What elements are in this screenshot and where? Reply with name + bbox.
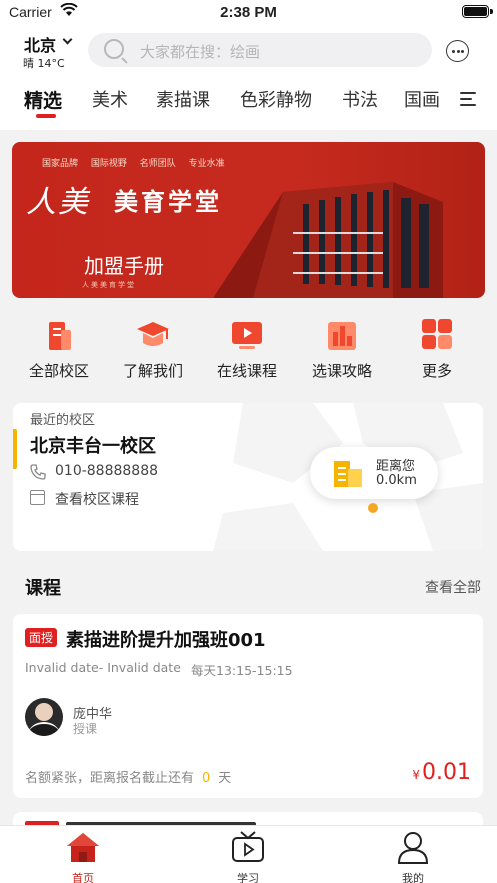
- banner-tag: 国家品牌: [42, 159, 79, 169]
- course-dates: Invalid date- Invalid date: [25, 660, 181, 675]
- status-bar: Carrier 2:38 PM: [0, 0, 497, 26]
- tab-calligraphy[interactable]: 书法: [342, 86, 378, 112]
- brand-logo: 人美: [26, 185, 90, 220]
- deadline-prefix: 名额紧张，距离报名截止还有: [25, 771, 195, 786]
- video-play-icon: [232, 322, 262, 349]
- shortcut-about-us[interactable]: 了解我们: [108, 306, 198, 381]
- banner-tag: 名师团队: [139, 159, 176, 169]
- message-dot: [456, 49, 460, 53]
- see-all-link[interactable]: 查看全部: [425, 577, 481, 597]
- nearest-campus-card[interactable]: 最近的校区 北京丰台一校区 010-88888888 查看校区课程 距离您 0.…: [13, 403, 483, 551]
- battery-tip: [490, 9, 493, 14]
- bottom-tab-bar: 首页 学习 我的: [0, 825, 497, 883]
- battery-icon: [462, 5, 489, 18]
- weather-label: 晴 14°C: [23, 57, 65, 70]
- search-placeholder: 大家都在搜：绘画: [140, 43, 261, 61]
- shortcut-label: 在线课程: [216, 362, 277, 380]
- shortcut-all-campuses[interactable]: 全部校区: [14, 306, 104, 381]
- accent-bar: [13, 429, 17, 469]
- tabbar-label: 首页: [72, 872, 94, 883]
- section-title: 课程: [25, 578, 61, 599]
- distance-bubble: 距离您 0.0km: [310, 447, 438, 499]
- banner-tag: 国际视野: [90, 159, 127, 169]
- promo-banner[interactable]: 国家品牌 国际视野 名师团队 专业水准 人美 美育学堂 加盟手册 人美美育学堂: [12, 142, 485, 298]
- tv-icon: [232, 831, 264, 862]
- chart-icon: [328, 322, 356, 350]
- course-schedule: 每天13:15-15:15: [191, 663, 293, 678]
- shortcut-more[interactable]: 更多: [392, 306, 482, 381]
- user-icon: [397, 832, 429, 864]
- tabbar-profile[interactable]: 我的: [363, 826, 463, 883]
- shortcut-label: 选课攻略: [311, 362, 372, 380]
- tab-featured[interactable]: 精选: [24, 86, 62, 113]
- teacher-role: 授课: [73, 722, 98, 736]
- shortcut-online-courses[interactable]: 在线课程: [202, 306, 292, 381]
- course-title: 素描进阶提升加强班001: [66, 630, 266, 651]
- banner-title: 美育学堂: [114, 187, 222, 216]
- shortcut-label: 更多: [421, 362, 452, 380]
- tab-sketch[interactable]: 素描课: [156, 86, 210, 112]
- tabbar-study[interactable]: 学习: [198, 826, 298, 883]
- message-dot: [461, 49, 464, 53]
- enrollment-deadline: 名额紧张，距离报名截止还有 0 天: [25, 767, 231, 786]
- shortcut-label: 全部校区: [28, 362, 89, 380]
- building-icon: [334, 461, 362, 487]
- search-icon: [104, 39, 124, 59]
- building-icon: [49, 322, 71, 350]
- banner-small-text: 人美美育学堂: [82, 281, 136, 289]
- calendar-icon: [30, 490, 45, 505]
- campus-phone[interactable]: 010-88888888: [55, 463, 158, 479]
- search-input[interactable]: 大家都在搜：绘画: [88, 33, 432, 67]
- recent-campus-label: 最近的校区: [30, 413, 96, 428]
- menu-icon[interactable]: [460, 92, 476, 110]
- graduation-cap-icon: [137, 322, 169, 346]
- view-campus-courses-link[interactable]: 查看校区课程: [55, 489, 139, 509]
- tab-active-indicator: [36, 114, 56, 118]
- message-dot: [452, 49, 455, 53]
- home-icon: [67, 833, 99, 862]
- grid-icon: [422, 319, 452, 349]
- tab-color-still-life[interactable]: 色彩静物: [240, 86, 312, 112]
- deadline-days: 0: [202, 771, 211, 786]
- message-icon[interactable]: [446, 40, 469, 62]
- course-price: ¥0.01: [412, 760, 471, 785]
- tabbar-label: 学习: [237, 872, 259, 883]
- shortcut-label: 了解我们: [122, 362, 183, 380]
- shortcut-course-guide[interactable]: 选课攻略: [297, 306, 387, 381]
- header: 北京 晴 14°C 大家都在搜：绘画 精选 美术 素描课 色彩静物 书法 国画: [0, 26, 497, 130]
- banner-tags: 国家品牌 国际视野 名师团队 专业水准: [42, 156, 235, 169]
- tabbar-home[interactable]: 首页: [33, 826, 133, 883]
- tabbar-label: 我的: [402, 872, 424, 883]
- campus-name: 北京丰台一校区: [30, 436, 156, 457]
- distance-label: 距离您: [376, 459, 416, 474]
- tab-chinese-painting[interactable]: 国画: [404, 86, 440, 112]
- city-selector[interactable]: 北京: [24, 32, 56, 56]
- banner-subtitle: 加盟手册: [84, 254, 164, 278]
- deadline-suffix: 天: [218, 771, 232, 786]
- phone-icon[interactable]: [30, 464, 46, 480]
- avatar: [25, 698, 63, 736]
- price-value: 0.01: [422, 760, 471, 785]
- course-card[interactable]: 面授 素描进阶提升加强班001 Invalid date- Invalid da…: [13, 614, 483, 798]
- banner-tag: 专业水准: [188, 159, 225, 169]
- category-tabs: 精选 美术 素描课 色彩静物 书法 国画: [0, 82, 497, 122]
- tab-fine-art[interactable]: 美术: [92, 86, 128, 112]
- shortcut-grid: 全部校区 了解我们 在线课程 选课攻略 更多: [0, 306, 497, 392]
- clock: 2:38 PM: [220, 4, 277, 21]
- distance-value: 0.0km: [376, 473, 417, 488]
- course-type-badge: 面授: [25, 628, 58, 647]
- map-pin-icon: [368, 503, 378, 513]
- chevron-down-icon[interactable]: [62, 34, 73, 45]
- currency-symbol: ¥: [412, 768, 421, 782]
